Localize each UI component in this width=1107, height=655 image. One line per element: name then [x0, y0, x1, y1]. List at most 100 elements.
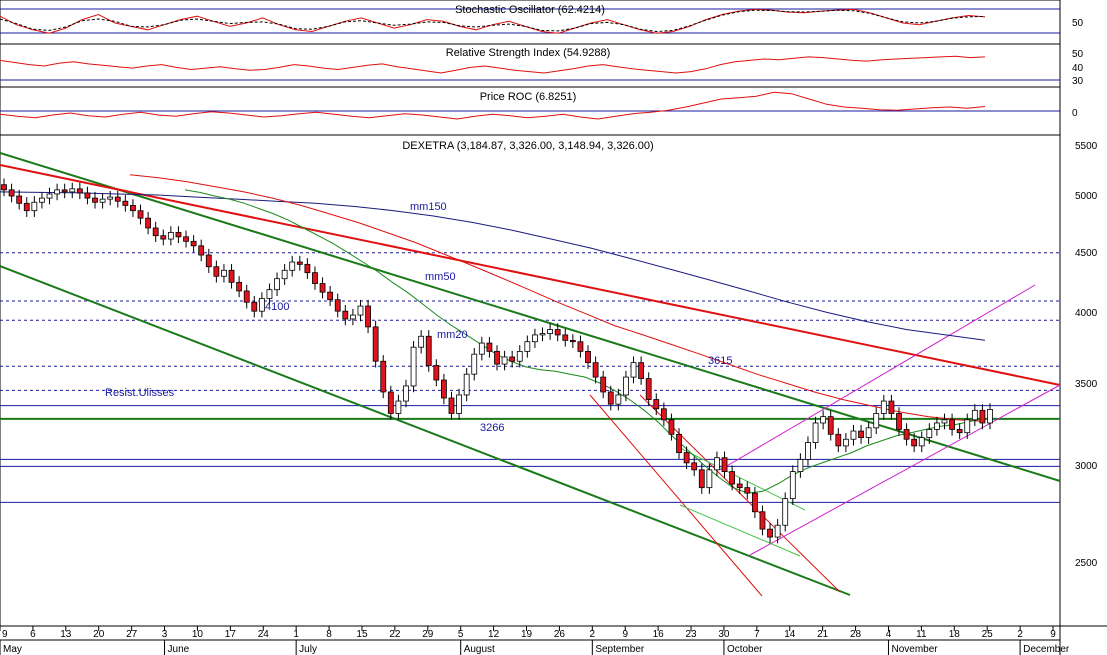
x-month-label: May — [3, 644, 22, 655]
x-day-label: 13 — [60, 629, 72, 640]
candle-body — [167, 231, 174, 240]
candle-body — [190, 240, 197, 247]
candle-body — [683, 452, 690, 464]
x-month-label: July — [299, 644, 317, 655]
candle-body — [213, 266, 220, 277]
candle-body — [349, 314, 356, 320]
candle-body — [759, 511, 766, 530]
candle-body — [865, 427, 872, 438]
candle-body — [130, 205, 136, 212]
candle-body — [456, 394, 462, 414]
candle-body — [258, 298, 265, 312]
candle-body — [888, 400, 895, 414]
x-day-label: 9 — [2, 629, 8, 640]
candle-body — [61, 189, 68, 193]
candle-body — [751, 492, 758, 513]
candle-body — [357, 305, 364, 316]
x-day-label: 9 — [622, 629, 628, 640]
x-day-label: 27 — [126, 629, 138, 640]
candle-body — [319, 283, 326, 293]
candle-body — [23, 202, 30, 212]
candle-body — [312, 272, 318, 284]
candle-body — [114, 196, 121, 202]
candle-body — [39, 197, 45, 203]
label-3266: 3266 — [480, 422, 504, 434]
candle-body — [660, 408, 667, 421]
candle-body — [296, 261, 303, 265]
x-day-label: 10 — [192, 629, 204, 640]
rsi-title: Relative Strength Index (54.9288) — [446, 47, 611, 59]
x-month-label: December — [1023, 644, 1070, 655]
candle-body — [1, 184, 7, 191]
candle-body — [767, 528, 773, 538]
chart: Stochastic Oscillator (62.4214) Relative… — [0, 0, 1107, 655]
y-tick-5500: 5500 — [1075, 141, 1098, 152]
candle-body — [395, 400, 402, 414]
candle-body — [812, 422, 819, 443]
candle-body — [592, 362, 599, 378]
roc-title: Price ROC (6.8251) — [480, 91, 577, 103]
candle-body — [721, 457, 728, 472]
candle-body — [645, 378, 652, 400]
candle-body — [471, 353, 478, 375]
x-day-label: 26 — [554, 629, 566, 640]
candle-body — [820, 416, 827, 424]
label-resist-ulisses: Resist.Ulisses — [105, 387, 175, 399]
x-day-label: 3 — [162, 629, 168, 640]
x-day-label: 7 — [754, 629, 760, 640]
candle-body — [858, 430, 864, 438]
candle — [380, 355, 387, 399]
x-day-label: 21 — [817, 629, 829, 640]
candle-body — [160, 235, 167, 240]
x-day-label: 28 — [850, 629, 862, 640]
candle-body — [941, 419, 948, 424]
x-day-label: 6 — [30, 629, 36, 640]
candle-body — [926, 429, 933, 438]
candle-body — [896, 413, 902, 430]
candle-body — [729, 471, 736, 485]
candle-body — [175, 231, 182, 238]
candle-body — [54, 189, 60, 195]
candle-body — [251, 301, 258, 312]
candle-body — [714, 457, 720, 471]
y-tick-3000: 3000 — [1075, 461, 1098, 472]
candle-body — [289, 261, 296, 271]
candle-body — [304, 263, 311, 274]
candle-body — [623, 376, 629, 396]
candle-body — [228, 269, 235, 283]
candle-body — [327, 291, 334, 301]
candle-body — [425, 335, 432, 366]
x-day-label: 29 — [422, 629, 434, 640]
y-tick-4000: 4000 — [1075, 308, 1098, 319]
candle-body — [448, 397, 455, 414]
candle — [425, 330, 432, 372]
label-mm20: mm20 — [437, 329, 468, 341]
x-day-label: 2 — [1017, 629, 1023, 640]
candle-body — [600, 376, 607, 393]
candle-body — [76, 188, 83, 194]
candle-body — [706, 469, 713, 489]
x-day-label: 19 — [521, 629, 533, 640]
label-mm150: mm150 — [410, 201, 447, 213]
rsi-tick-50: 50 — [1072, 49, 1084, 60]
candle-body — [615, 394, 622, 405]
candle-body — [987, 409, 993, 424]
x-day-label: 24 — [258, 629, 270, 640]
candle-body — [949, 419, 955, 430]
candle-body — [789, 471, 796, 500]
candle — [372, 320, 379, 368]
x-day-label: 22 — [389, 629, 401, 640]
candle-body — [198, 245, 205, 256]
candle-body — [797, 459, 804, 472]
x-day-label: 25 — [982, 629, 994, 640]
candle-body — [441, 379, 447, 399]
x-day-label: 23 — [685, 629, 697, 640]
candle-body — [539, 333, 546, 336]
candle-body — [524, 341, 531, 352]
candle-body — [835, 433, 842, 447]
candle-body — [84, 192, 91, 199]
rsi-tick-30: 30 — [1072, 76, 1084, 87]
candle-body — [774, 524, 781, 538]
candle-body — [911, 438, 918, 447]
candle-body — [99, 198, 106, 203]
